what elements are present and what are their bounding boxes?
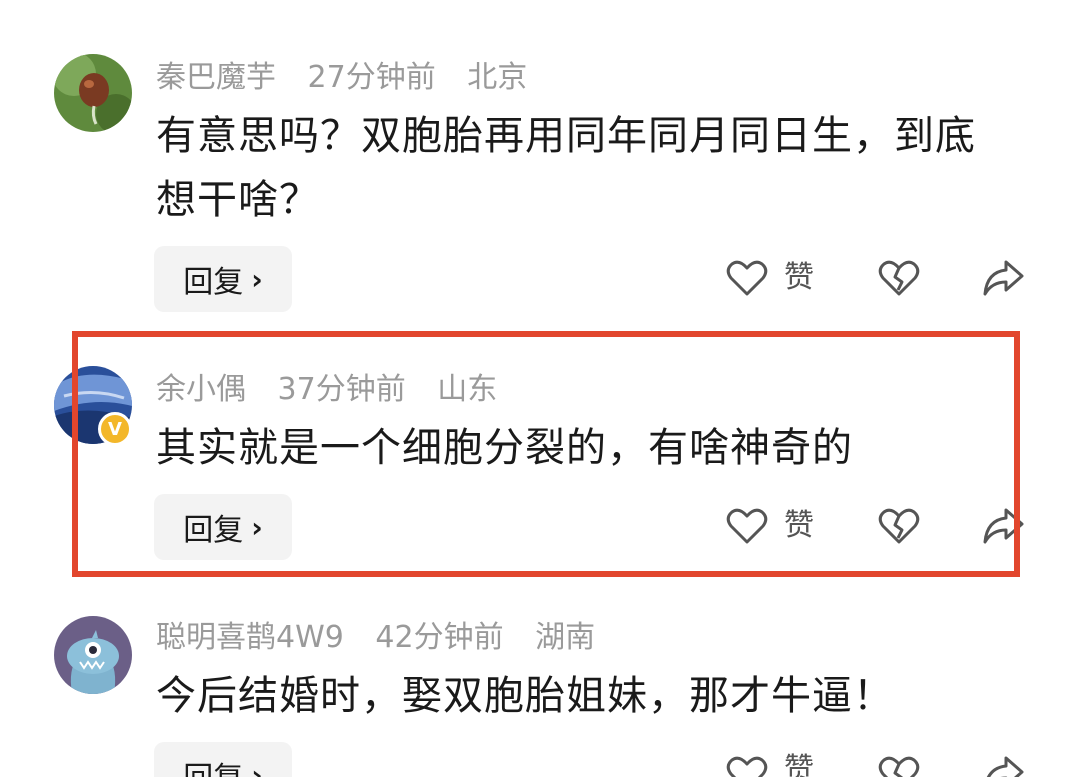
share-button[interactable] xyxy=(982,506,1024,546)
username[interactable]: 聪明喜鹊4W9 xyxy=(156,620,344,655)
location: 北京 xyxy=(467,60,528,95)
broken-heart-icon xyxy=(878,756,920,777)
avatar[interactable] xyxy=(54,616,132,694)
dislike-button[interactable] xyxy=(878,506,920,546)
chevron-right-icon: › xyxy=(251,758,263,777)
broken-heart-icon xyxy=(878,508,920,544)
timestamp: 37分钟前 xyxy=(277,372,406,407)
share-button[interactable] xyxy=(982,754,1024,777)
like-label[interactable]: 赞 xyxy=(784,258,814,298)
heart-icon xyxy=(726,508,768,544)
heart-icon xyxy=(726,260,768,296)
share-icon xyxy=(986,756,1024,777)
broken-heart-icon xyxy=(878,260,920,296)
location: 湖南 xyxy=(535,620,596,655)
comment-meta: 聪明喜鹊4W9 42分钟前 湖南 xyxy=(156,616,617,660)
comment-list: 秦巴魔芋 27分钟前 北京 有意思吗？双胞胎再用同年同月同日生，到底想干啥？ 回… xyxy=(0,0,1080,777)
avatar[interactable] xyxy=(54,54,132,132)
comment-text: 今后结婚时，娶双胞胎姐妹，那才牛逼！ xyxy=(156,673,894,719)
comment-meta: 余小偶 37分钟前 山东 xyxy=(156,368,519,412)
reply-button[interactable]: 回复 › xyxy=(154,246,292,312)
share-button[interactable] xyxy=(982,258,1024,298)
heart-icon xyxy=(726,756,768,777)
verified-badge: V xyxy=(98,412,132,446)
location: 山东 xyxy=(437,372,498,407)
share-icon xyxy=(983,508,1024,544)
reply-label: 回复 xyxy=(183,753,243,777)
reply-label: 回复 xyxy=(183,513,244,548)
reply-button[interactable]: 回复 › xyxy=(154,494,292,560)
username[interactable]: 余小偶 xyxy=(156,372,246,407)
comment-meta: 秦巴魔芋 27分钟前 北京 xyxy=(156,56,549,100)
comment-text: 有意思吗？双胞胎再用同年同月同日生，到底想干啥？ xyxy=(156,113,976,223)
reply-button[interactable]: 回复 › xyxy=(154,742,292,777)
like-label[interactable]: 赞 xyxy=(784,750,814,777)
like-label[interactable]: 赞 xyxy=(784,506,814,546)
chevron-right-icon: › xyxy=(251,262,263,296)
username[interactable]: 秦巴魔芋 xyxy=(156,60,276,95)
dislike-button[interactable] xyxy=(878,754,920,777)
timestamp: 27分钟前 xyxy=(307,60,436,95)
like-button[interactable] xyxy=(726,258,768,298)
reply-label: 回复 xyxy=(183,265,244,300)
timestamp: 42分钟前 xyxy=(375,620,504,655)
chevron-right-icon: › xyxy=(251,510,263,544)
dislike-button[interactable] xyxy=(878,258,920,298)
comment-text: 其实就是一个细胞分裂的，有啥神奇的 xyxy=(156,425,853,471)
like-button[interactable] xyxy=(726,754,768,777)
share-icon xyxy=(983,260,1024,296)
like-button[interactable] xyxy=(726,506,768,546)
